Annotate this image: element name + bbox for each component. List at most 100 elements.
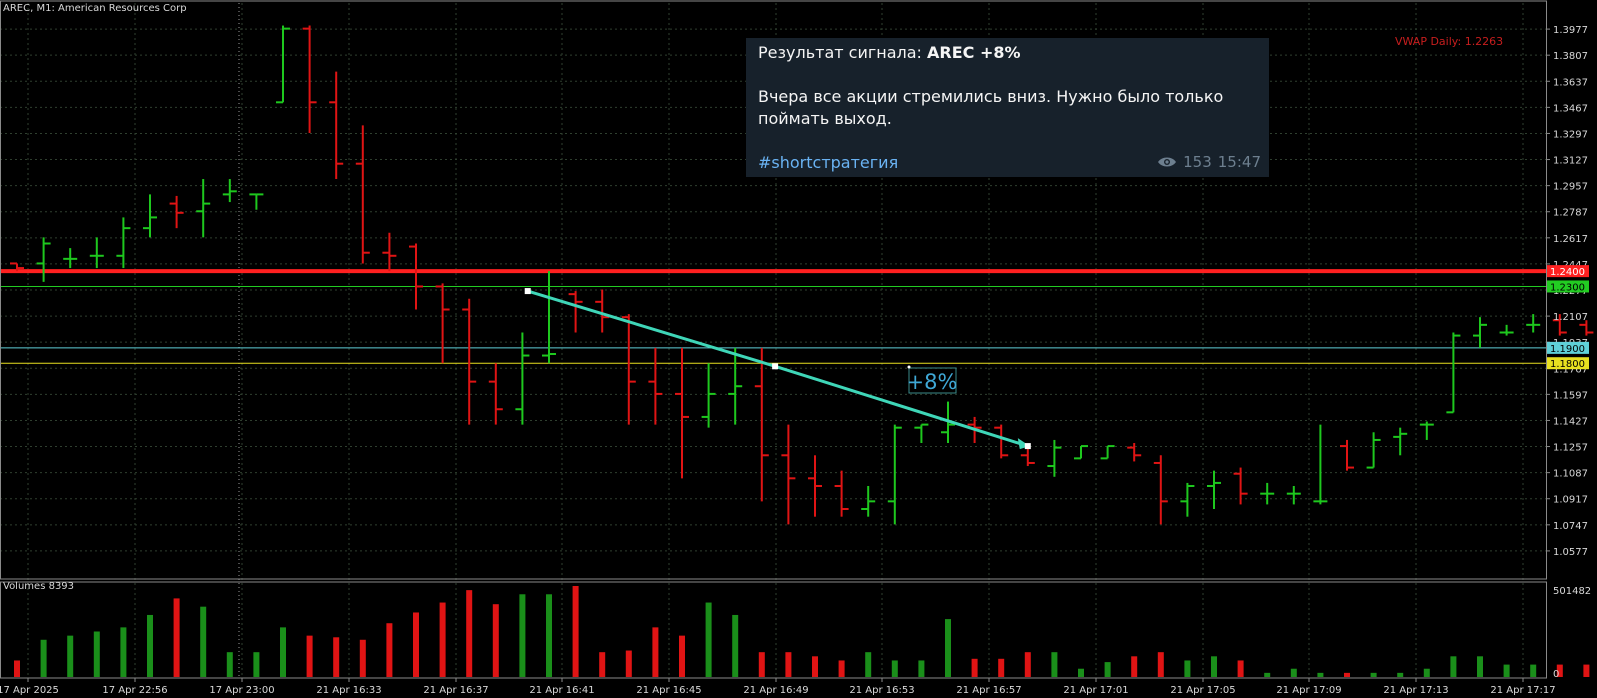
x-tick-label: 17 Apr 23:00	[209, 685, 274, 696]
volume-bar	[625, 650, 632, 677]
volume-bar	[1530, 664, 1537, 677]
message-title: Результат сигнала: AREC +8%	[758, 42, 1257, 64]
y-tick-label: 1.1597	[1553, 390, 1588, 401]
y-tick-label: 1.2617	[1553, 234, 1588, 245]
volume-bar	[838, 660, 845, 677]
y-tick-label: 1.3297	[1553, 129, 1588, 140]
volume-bar	[226, 652, 233, 677]
x-tick-label: 17 Apr 22:56	[102, 685, 167, 696]
volume-bar	[386, 623, 393, 677]
x-tick-label: 21 Apr 17:09	[1276, 685, 1341, 696]
y-tick-label: 1.3467	[1553, 103, 1588, 114]
volume-label: Volumes 8393	[3, 581, 75, 592]
volume-bar	[1397, 672, 1404, 677]
y-tick-label: 1.0747	[1553, 521, 1588, 532]
y-tick-label: 1.3977	[1553, 25, 1588, 36]
volume-bar	[333, 637, 340, 677]
level-tag-label: 1.1800	[1550, 359, 1585, 370]
volume-tick-label: 501482	[1553, 586, 1591, 597]
symbol-label: AREC, M1: American Resources Corp	[3, 3, 187, 14]
x-tick-label: 21 Apr 16:33	[316, 685, 381, 696]
volume-bar	[865, 652, 872, 677]
volume-bar	[439, 602, 446, 677]
volume-bar	[67, 635, 74, 677]
volume-bar	[679, 635, 685, 677]
volume-bar	[918, 660, 925, 677]
volume-bar	[1450, 656, 1457, 677]
y-tick-label: 1.2957	[1553, 182, 1588, 193]
x-tick-label: 21 Apr 17:05	[1170, 685, 1235, 696]
volume-bar	[758, 652, 765, 677]
signal-message-card[interactable]: Результат сигнала: AREC +8% Вчера все ак…	[746, 38, 1269, 177]
view-count: 153	[1183, 153, 1212, 171]
volume-bar	[253, 652, 260, 677]
volume-bar	[1104, 662, 1111, 677]
volume-bar	[971, 658, 978, 677]
vwap-label: VWAP Daily: 1.2263	[1395, 35, 1504, 48]
volume-bar	[120, 627, 127, 677]
volume-bar	[173, 598, 180, 677]
volume-bar	[14, 660, 20, 677]
y-tick-label: 1.2107	[1553, 312, 1588, 323]
x-tick-label: 21 Apr 16:41	[529, 685, 594, 696]
x-tick-label: 21 Apr 16:45	[636, 685, 701, 696]
x-tick-label: 21 Apr 17:17	[1490, 685, 1555, 696]
trade-label: +8%	[907, 370, 958, 394]
x-tick-label: 21 Apr 16:37	[423, 685, 488, 696]
eye-icon	[1158, 157, 1177, 167]
trade-label-anchor	[907, 365, 911, 369]
y-tick-label: 1.1087	[1553, 469, 1588, 480]
y-tick-label: 1.0917	[1553, 495, 1588, 506]
y-tick-label: 1.3637	[1553, 77, 1588, 88]
volume-bar	[546, 594, 552, 677]
y-tick-label: 1.3807	[1553, 51, 1588, 62]
volume-bar	[1131, 656, 1138, 677]
volume-bar	[572, 586, 579, 677]
y-tick-label: 1.1257	[1553, 443, 1588, 454]
y-tick-label: 1.3127	[1553, 156, 1588, 167]
y-tick-label: 1.2787	[1553, 208, 1588, 219]
message-title-prefix: Результат сигнала:	[758, 43, 928, 62]
volume-bar	[1184, 660, 1191, 677]
trade-anchor-point	[772, 363, 779, 370]
x-tick-label: 21 Apr 16:53	[849, 685, 914, 696]
volume-bar	[1370, 672, 1377, 677]
y-tick-label: 1.0577	[1553, 547, 1588, 558]
volume-bar	[40, 639, 47, 677]
volume-bar	[732, 614, 739, 677]
volume-bar	[1290, 668, 1297, 677]
volume-bar	[599, 652, 606, 677]
message-time: 15:47	[1217, 153, 1261, 171]
volume-bar	[306, 635, 313, 677]
x-tick-label: 21 Apr 16:57	[956, 685, 1021, 696]
x-tick-label: 17 Apr 2025	[0, 685, 59, 696]
volume-bar	[652, 627, 659, 677]
x-tick-label: 21 Apr 17:01	[1063, 685, 1128, 696]
volume-bar	[93, 631, 100, 677]
x-tick-label: 21 Apr 16:49	[743, 685, 808, 696]
volume-bar	[466, 590, 473, 677]
volume-bar	[1211, 656, 1217, 677]
volume-bar	[1344, 672, 1350, 677]
message-body: Вчера все акции стремились вниз. Нужно б…	[758, 87, 1224, 128]
volume-bar	[359, 639, 366, 677]
volume-bar	[200, 606, 207, 677]
level-tag-label: 1.2300	[1550, 282, 1585, 293]
volume-bar	[1477, 656, 1483, 677]
y-tick-label: 1.1427	[1553, 416, 1588, 427]
volume-bar	[812, 656, 818, 677]
level-tag-label: 1.1900	[1550, 344, 1585, 355]
volume-bar	[1078, 668, 1084, 677]
volume-bar	[147, 614, 153, 677]
volume-bar	[1051, 652, 1058, 677]
volume-bar	[785, 652, 792, 677]
volume-bar	[998, 658, 1005, 677]
volume-bar	[1583, 664, 1590, 677]
trade-anchor-point	[1024, 443, 1031, 450]
volume-tick-label: 0	[1553, 669, 1559, 680]
volume-bar	[1024, 652, 1031, 677]
message-title-bold: AREC +8%	[927, 43, 1021, 62]
volume-bar	[1157, 652, 1164, 677]
volume-bar	[891, 660, 898, 677]
volume-bar	[280, 627, 286, 677]
